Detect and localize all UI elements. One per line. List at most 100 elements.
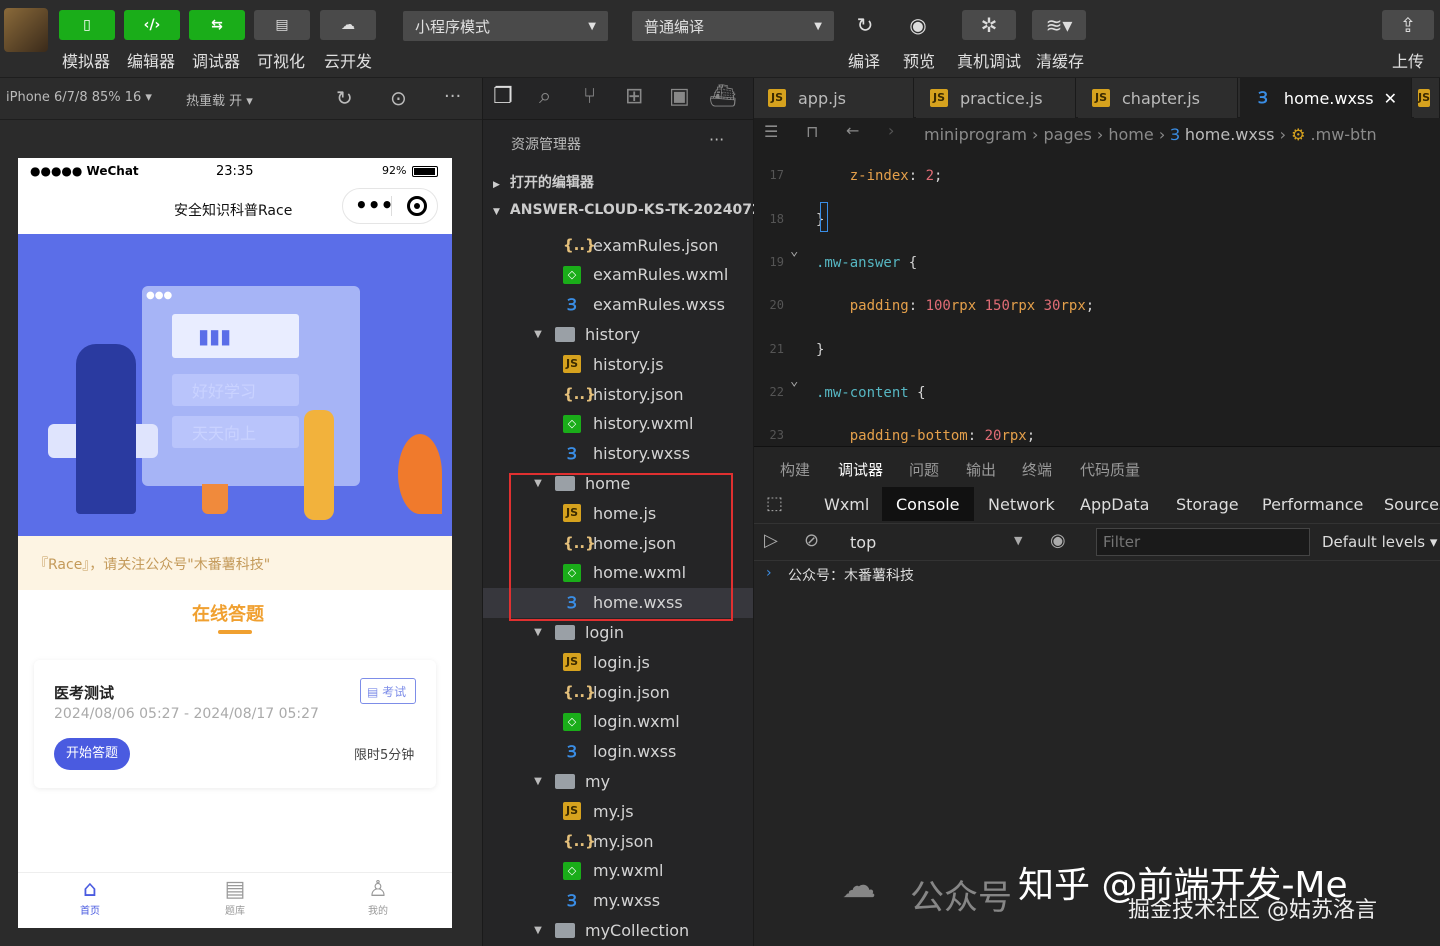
devtools-top-tab[interactable]: 调试器 <box>838 459 883 480</box>
back-arrow-icon[interactable]: ← <box>846 121 859 140</box>
devtools-tab[interactable]: Network <box>974 487 1069 521</box>
file-name: examRules.wxss <box>593 295 725 315</box>
file-item[interactable]: ◇ history.wxml <box>483 409 753 439</box>
code-editor[interactable]: 17 z-index: 2; 18} 19 ⌄ .mw-answer {20 paddi… <box>754 150 1440 446</box>
simulator-toggle-button[interactable]: ▯ <box>59 10 115 40</box>
debugger-toggle-button[interactable]: ⇆ <box>189 10 245 40</box>
crumb-selector[interactable]: .mw-btn <box>1311 125 1377 144</box>
clear-cache-label: 清缓存 <box>1036 52 1085 71</box>
devtools-tab[interactable]: Sources <box>1370 487 1440 521</box>
tab-app-js[interactable]: JS app.js <box>754 78 914 118</box>
preview-button[interactable]: ◉ <box>903 10 933 40</box>
devtools-tab[interactable]: Wxml <box>810 487 883 521</box>
file-item[interactable]: {..} my.json <box>483 826 753 856</box>
console-log: 公众号：木番薯科技 <box>788 568 914 584</box>
clear-console-icon[interactable]: ⊘ <box>804 530 819 551</box>
crumb-home[interactable]: home <box>1108 125 1153 144</box>
crumb-miniprogram[interactable]: miniprogram <box>924 125 1027 144</box>
tab-chapter-js[interactable]: JS chapter.js <box>1078 78 1238 118</box>
tab-home-wxss[interactable]: Ɜhome.wxss ✕ <box>1240 78 1412 118</box>
inspect-icon[interactable]: ⬚ <box>766 493 783 514</box>
list-icon[interactable]: ☰ <box>764 122 778 141</box>
sidebar-toggle-icon[interactable]: ▷ <box>764 530 778 551</box>
eye-icon[interactable]: ◉ <box>1050 530 1066 551</box>
devtools-tab[interactable]: Storage <box>1162 487 1253 521</box>
tab-practice-js[interactable]: JS practice.js <box>916 78 1076 118</box>
tab-profile[interactable]: ♙ 我的 <box>358 877 398 917</box>
remote-debug-button[interactable]: ✲ <box>962 10 1016 40</box>
crumb-pages[interactable]: pages <box>1044 125 1092 144</box>
filter-input[interactable] <box>1096 528 1310 556</box>
file-item[interactable]: Ɜmy.wxss <box>483 886 753 916</box>
bug-icon: ✲ <box>980 13 998 37</box>
extensions-icon[interactable]: ⊞ <box>625 84 643 109</box>
crumb-file[interactable]: home.wxss <box>1185 125 1275 144</box>
devtools-top-tab[interactable]: 构建 <box>780 459 810 480</box>
compile-select[interactable]: 普通编译 ▼ <box>632 11 834 41</box>
tab-overflow[interactable]: JS <box>1414 78 1440 118</box>
tab-home[interactable]: ⌂ 首页 <box>70 877 110 917</box>
chevron-down-icon[interactable]: ▼ <box>1014 534 1022 547</box>
file-item[interactable]: {..} history.json <box>483 379 753 409</box>
upload-button[interactable]: ⇪ <box>1382 10 1434 40</box>
cloud-dev-button[interactable]: ☁ <box>320 10 376 40</box>
folder-item[interactable]: ▼ history <box>483 319 753 349</box>
devtools-tab[interactable]: Performance <box>1248 487 1377 521</box>
file-item[interactable]: {..} login.json <box>483 677 753 707</box>
folder-item[interactable]: ▼ my <box>483 766 753 796</box>
save-icon[interactable]: ▣ <box>669 84 690 109</box>
context-select[interactable]: top <box>850 533 876 552</box>
banner-image: ●●● ▮▮▮ 好好学习 天天向上 <box>18 234 452 536</box>
explorer-more-button[interactable]: ··· <box>709 130 724 149</box>
search-icon[interactable]: ⌕ <box>539 84 551 109</box>
tab-questions[interactable]: ▤ 题库 <box>215 877 255 917</box>
file-item[interactable]: ꞫexamRules.wxss <box>483 290 753 320</box>
capsule-menu[interactable]: ••• <box>342 188 438 224</box>
project-section[interactable]: ▼ ANSWER-CLOUD-KS-TK-20240727 <box>493 202 771 218</box>
editor-toggle-button[interactable]: ‹/› <box>124 10 180 40</box>
devtools-top-tab[interactable]: 输出 <box>966 459 996 480</box>
devtools-tab[interactable]: AppData <box>1066 487 1163 521</box>
file-item[interactable]: Ɜlogin.wxss <box>483 737 753 767</box>
clear-cache-button[interactable]: ≋▾ <box>1032 10 1086 40</box>
file-item[interactable]: JS my.js <box>483 796 753 826</box>
mode-select[interactable]: 小程序模式 ▼ <box>403 11 608 41</box>
stop-icon[interactable]: ⊙ <box>390 86 407 110</box>
code-line: 22 ⌄ .mw-content { <box>754 373 1440 407</box>
file-item[interactable]: Ɜhistory.wxss <box>483 439 753 469</box>
rotate-icon[interactable]: ↻ <box>336 86 353 110</box>
file-item[interactable]: JS login.js <box>483 647 753 677</box>
forward-arrow-icon[interactable]: › <box>888 121 894 140</box>
capsule-more-icon[interactable]: ••• <box>355 193 393 217</box>
compile-button[interactable]: ↻ <box>850 10 880 40</box>
capsule-close-icon[interactable] <box>407 196 427 216</box>
file-item[interactable]: ◇ my.wxml <box>483 856 753 886</box>
file-item[interactable]: ◇ login.wxml <box>483 707 753 737</box>
devtools-top-tab[interactable]: 代码质量 <box>1080 459 1140 480</box>
hot-reload-select[interactable]: 热重载 开 ▾ <box>186 90 253 109</box>
device-select[interactable]: iPhone 6/7/8 85% 16 ▾ <box>6 90 152 105</box>
git-icon[interactable]: ⑂ <box>583 84 596 109</box>
file-item[interactable]: {..} examRules.json <box>483 230 753 260</box>
bookmark-icon[interactable]: ⊓ <box>806 122 818 141</box>
fold-chevron-icon[interactable]: ⌄ <box>790 243 798 259</box>
docker-icon[interactable]: ⛴ <box>709 84 737 109</box>
file-name: myCollection <box>585 920 690 940</box>
devtools-top-tab[interactable]: 终端 <box>1022 459 1052 480</box>
open-editors-section[interactable]: ▶ 打开的编辑器 <box>493 172 594 192</box>
devtools-top-tab[interactable]: 问题 <box>909 459 939 480</box>
more-icon[interactable]: ··· <box>444 86 461 107</box>
levels-select[interactable]: Default levels ▾ <box>1322 533 1437 551</box>
fold-chevron-icon[interactable]: ⌄ <box>790 373 798 389</box>
visual-toggle-button[interactable]: ▤ <box>254 10 310 40</box>
devtools-tab[interactable]: Console <box>882 487 974 521</box>
start-exam-button[interactable]: 开始答题 <box>54 738 130 770</box>
folder-item[interactable]: ▼ myCollection <box>483 915 753 945</box>
folder-item[interactable]: ▼ login <box>483 617 753 647</box>
file-item[interactable]: JS history.js <box>483 349 753 379</box>
file-item[interactable]: ◇ examRules.wxml <box>483 260 753 290</box>
code-token: rpx <box>1060 298 1086 314</box>
files-icon[interactable]: ❐ <box>493 84 513 109</box>
close-icon[interactable]: ✕ <box>1384 89 1397 108</box>
exam-card[interactable]: 医考测试 ▤ 考试 2024/08/06 05:27 - 2024/08/17 … <box>34 660 436 788</box>
